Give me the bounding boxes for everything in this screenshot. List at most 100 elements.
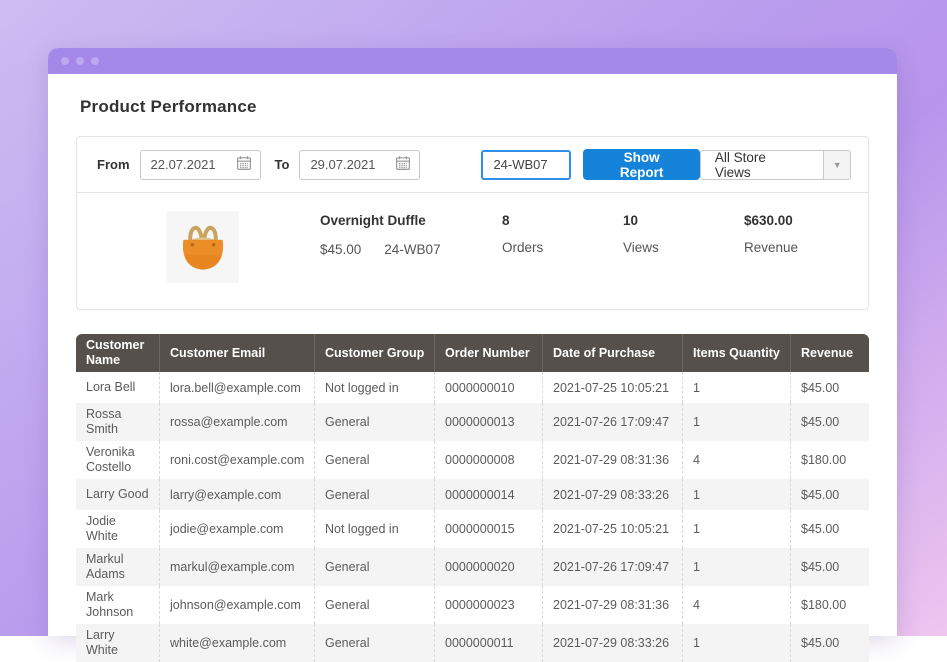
orders-label: Orders — [502, 240, 623, 255]
table-cell: 0000000014 — [435, 479, 543, 510]
from-date-input[interactable]: 22.07.2021 — [140, 150, 261, 180]
table-cell: $45.00 — [791, 510, 869, 548]
views-metric: 10 Views — [623, 211, 744, 255]
table-cell: General — [315, 403, 435, 441]
table-cell: 0000000015 — [435, 510, 543, 548]
table-cell: 2021-07-29 08:33:26 — [543, 624, 683, 662]
app-window: Product Performance From 22.07.2021 — [48, 48, 897, 636]
show-report-button[interactable]: Show Report — [583, 149, 699, 180]
table-cell: markul@example.com — [160, 548, 315, 586]
table-cell: 4 — [683, 441, 791, 479]
revenue-metric: $630.00 Revenue — [744, 211, 865, 255]
orders-table: Customer NameCustomer EmailCustomer Grou… — [76, 334, 869, 662]
views-value: 10 — [623, 213, 744, 228]
table-cell: $45.00 — [791, 372, 869, 403]
table-cell: 4 — [683, 586, 791, 624]
table-cell: 1 — [683, 510, 791, 548]
table-cell: Larry White — [76, 624, 160, 662]
table-cell: white@example.com — [160, 624, 315, 662]
table-row: Larry Goodlarry@example.comGeneral000000… — [76, 479, 869, 510]
table-cell: 2021-07-29 08:33:26 — [543, 479, 683, 510]
from-date-value: 22.07.2021 — [151, 157, 216, 172]
table-cell: 2021-07-25 10:05:21 — [543, 510, 683, 548]
window-dot — [61, 57, 69, 65]
table-cell: 1 — [683, 403, 791, 441]
orders-value: 8 — [502, 213, 623, 228]
table-cell: 1 — [683, 372, 791, 403]
table-row: Larry Whitewhite@example.comGeneral00000… — [76, 624, 869, 662]
table-cell: jodie@example.com — [160, 510, 315, 548]
table-header-cell: Customer Name — [76, 334, 160, 372]
filter-summary-card: From 22.07.2021 — [76, 136, 869, 310]
table-row: Markul Adamsmarkul@example.comGeneral000… — [76, 548, 869, 586]
table-header-cell: Revenue — [791, 334, 869, 372]
table-cell: Veronika Costello — [76, 441, 160, 479]
table-cell: Lora Bell — [76, 372, 160, 403]
product-sku: 24-WB07 — [384, 242, 440, 257]
window-titlebar[interactable] — [48, 48, 897, 74]
table-header-cell: Items Quantity — [683, 334, 791, 372]
filter-row: From 22.07.2021 — [77, 137, 868, 192]
bag-image — [171, 215, 235, 279]
product-info: Overnight Duffle $45.00 24-WB07 — [320, 211, 502, 257]
table-header-cell: Date of Purchase — [543, 334, 683, 372]
chevron-down-icon[interactable]: ▼ — [823, 151, 850, 179]
table-cell: Rossa Smith — [76, 403, 160, 441]
revenue-value: $630.00 — [744, 213, 865, 228]
desktop-background: Product Performance From 22.07.2021 — [0, 0, 947, 636]
table-cell: 0000000013 — [435, 403, 543, 441]
table-cell: $45.00 — [791, 403, 869, 441]
table-cell: johnson@example.com — [160, 586, 315, 624]
table-cell: 0000000010 — [435, 372, 543, 403]
table-cell: 1 — [683, 479, 791, 510]
sku-search-input[interactable] — [481, 150, 571, 180]
to-date-value: 29.07.2021 — [310, 157, 375, 172]
table-header-row: Customer NameCustomer EmailCustomer Grou… — [76, 334, 869, 372]
table-cell: Markul Adams — [76, 548, 160, 586]
table-cell: 0000000023 — [435, 586, 543, 624]
table-cell: General — [315, 624, 435, 662]
table-cell: Jodie White — [76, 510, 160, 548]
calendar-icon[interactable] — [236, 155, 252, 174]
store-view-value: All Store Views — [701, 151, 823, 179]
table-cell: $45.00 — [791, 548, 869, 586]
table-cell: $180.00 — [791, 586, 869, 624]
product-summary-row: Overnight Duffle $45.00 24-WB07 8 Orders… — [77, 192, 868, 309]
table-cell: 2021-07-29 08:31:36 — [543, 586, 683, 624]
table-cell: General — [315, 441, 435, 479]
table-cell: 1 — [683, 624, 791, 662]
calendar-icon[interactable] — [395, 155, 411, 174]
from-label: From — [97, 157, 130, 172]
store-view-select[interactable]: All Store Views ▼ — [700, 150, 851, 180]
table-cell: Mark Johnson — [76, 586, 160, 624]
table-cell: roni.cost@example.com — [160, 441, 315, 479]
table-row: Mark Johnsonjohnson@example.comGeneral00… — [76, 586, 869, 624]
views-label: Views — [623, 240, 744, 255]
to-label: To — [275, 157, 290, 172]
window-dot — [76, 57, 84, 65]
product-price: $45.00 — [320, 242, 361, 257]
orders-metric: 8 Orders — [502, 211, 623, 255]
table-body: Lora Belllora.bell@example.comNot logged… — [76, 372, 869, 662]
table-cell: General — [315, 548, 435, 586]
table-cell: lora.bell@example.com — [160, 372, 315, 403]
revenue-label: Revenue — [744, 240, 865, 255]
table-cell: $45.00 — [791, 479, 869, 510]
table-cell: 2021-07-26 17:09:47 — [543, 548, 683, 586]
table-cell: Not logged in — [315, 510, 435, 548]
table-cell: Larry Good — [76, 479, 160, 510]
table-cell: $180.00 — [791, 441, 869, 479]
table-cell: 2021-07-29 08:31:36 — [543, 441, 683, 479]
table-cell: Not logged in — [315, 372, 435, 403]
window-dot — [91, 57, 99, 65]
table-row: Jodie Whitejodie@example.comNot logged i… — [76, 510, 869, 548]
to-date-input[interactable]: 29.07.2021 — [299, 150, 420, 180]
table-cell: General — [315, 479, 435, 510]
table-cell: 2021-07-25 10:05:21 — [543, 372, 683, 403]
table-row: Lora Belllora.bell@example.comNot logged… — [76, 372, 869, 403]
table-row: Rossa Smithrossa@example.comGeneral00000… — [76, 403, 869, 441]
table-header-cell: Customer Email — [160, 334, 315, 372]
table-header-cell: Order Number — [435, 334, 543, 372]
table-cell: 1 — [683, 548, 791, 586]
product-name: Overnight Duffle — [320, 213, 502, 228]
